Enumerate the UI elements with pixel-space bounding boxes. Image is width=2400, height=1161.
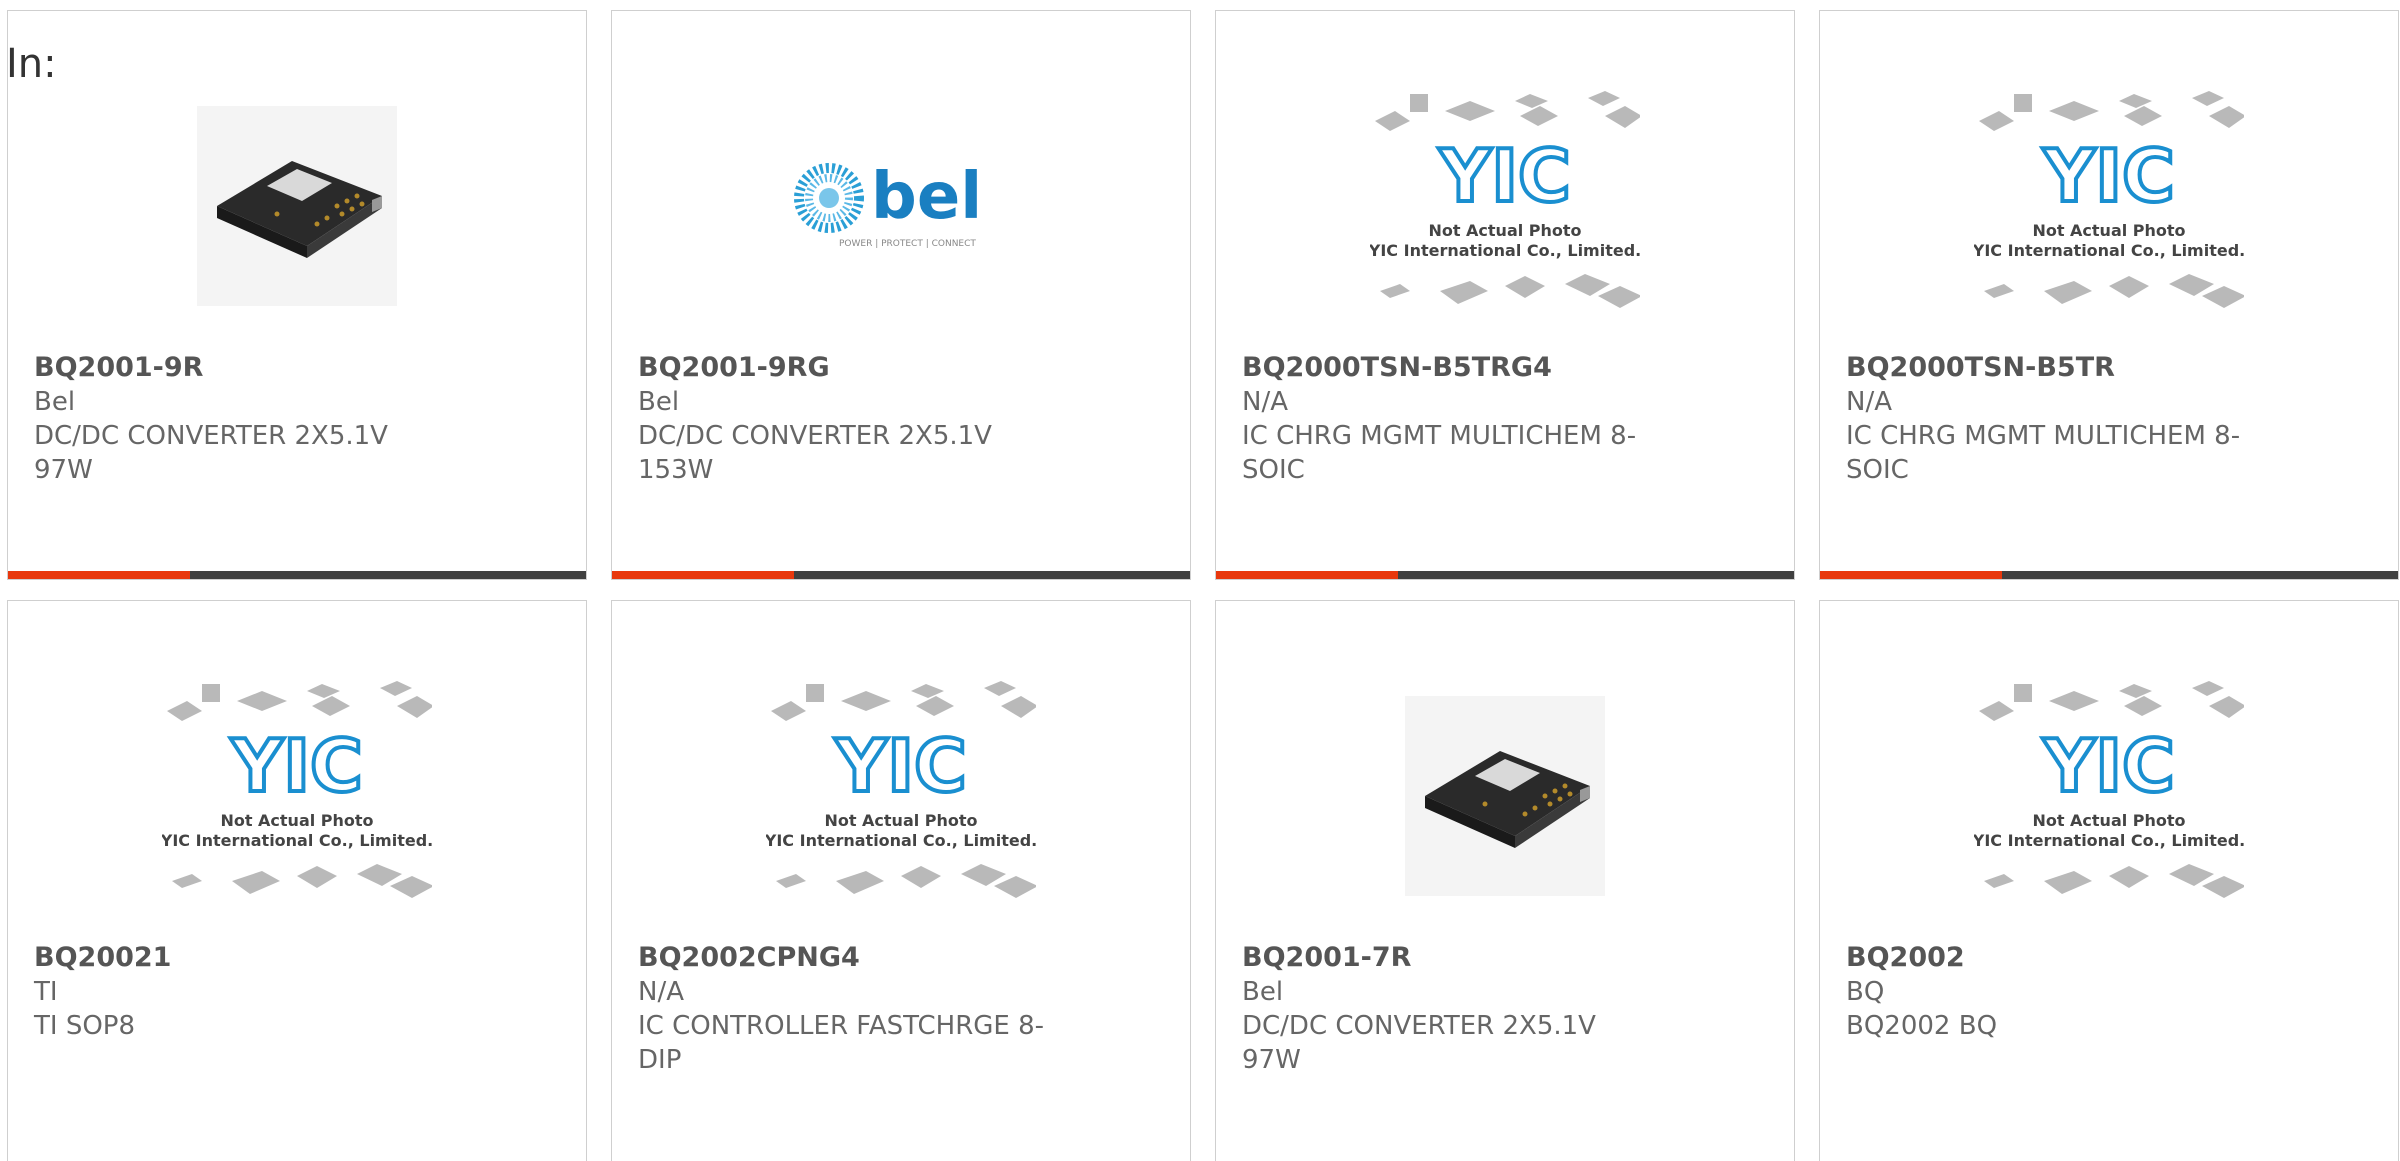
part-number[interactable]: BQ2002	[1846, 941, 2372, 975]
part-number[interactable]: BQ2001-9R	[34, 351, 560, 385]
in-label: In:	[6, 41, 57, 87]
card-bottom-bar	[1820, 571, 2398, 579]
svg-text:YIC International Co., Limited: YIC International Co., Limited.	[766, 831, 1036, 850]
svg-text:YIC: YIC	[2042, 134, 2175, 218]
part-number[interactable]: BQ20021	[34, 941, 560, 975]
product-info: BQ2001-9RG Bel DC/DC CONVERTER 2X5.1V 15…	[638, 351, 1164, 487]
product-card[interactable]: YIC Not Actual Photo YIC International C…	[1215, 10, 1795, 580]
product-card[interactable]: BQ2001-7R Bel DC/DC CONVERTER 2X5.1V 97W	[1215, 600, 1795, 1161]
product-image	[1216, 646, 1794, 946]
product-info: BQ2001-9R Bel DC/DC CONVERTER 2X5.1V 97W	[34, 351, 560, 487]
product-card[interactable]: bel POWER | PROTECT | CONNECT BQ2001-9RG…	[611, 10, 1191, 580]
svg-text:YIC International Co., Limited: YIC International Co., Limited.	[162, 831, 432, 850]
description: IC CHRG MGMT MULTICHEM 8-SOIC	[1846, 421, 2241, 485]
product-info: BQ2002CPNG4 N/A IC CONTROLLER FASTCHRGE …	[638, 941, 1164, 1077]
product-image: YIC Not Actual Photo YIC International C…	[8, 646, 586, 946]
card-accent-bar	[1216, 571, 1398, 579]
manufacturer: N/A	[638, 977, 684, 1007]
product-image	[8, 56, 586, 356]
bel-logo-icon: bel POWER | PROTECT | CONNECT	[794, 160, 982, 249]
product-image: YIC Not Actual Photo YIC International C…	[1820, 646, 2398, 946]
converter-photo-icon	[197, 106, 397, 306]
yic-placeholder-icon: YIC Not Actual Photo YIC International C…	[766, 681, 1036, 898]
product-info: BQ2000TSN-B5TR N/A IC CHRG MGMT MULTICHE…	[1846, 351, 2372, 487]
card-accent-bar	[8, 571, 190, 579]
yic-placeholder-icon: YIC Not Actual Photo YIC International C…	[1974, 91, 2244, 308]
product-info: BQ2002 BQ BQ2002 BQ	[1846, 941, 2372, 1043]
manufacturer: Bel	[1242, 977, 1284, 1007]
product-card[interactable]: YIC Not Actual Photo YIC International C…	[611, 600, 1191, 1161]
product-card[interactable]: YIC Not Actual Photo YIC International C…	[7, 600, 587, 1161]
product-card[interactable]: YIC Not Actual Photo YIC International C…	[1819, 10, 2399, 580]
svg-text:YIC International Co., Limited: YIC International Co., Limited.	[1370, 241, 1640, 260]
product-info: BQ20021 TI TI SOP8	[34, 941, 560, 1043]
svg-text:YIC: YIC	[1438, 134, 1571, 218]
part-number[interactable]: BQ2000TSN-B5TRG4	[1242, 351, 1768, 385]
svg-text:POWER | PROTECT | CONNECT: POWER | PROTECT | CONNECT	[839, 239, 976, 249]
svg-text:YIC: YIC	[230, 724, 363, 808]
svg-text:YIC International Co., Limited: YIC International Co., Limited.	[1974, 241, 2244, 260]
product-info: BQ2001-7R Bel DC/DC CONVERTER 2X5.1V 97W	[1242, 941, 1768, 1077]
card-accent-bar	[1820, 571, 2002, 579]
yic-placeholder-icon: YIC Not Actual Photo YIC International C…	[1974, 681, 2244, 898]
manufacturer: N/A	[1242, 387, 1288, 417]
svg-text:Not Actual Photo: Not Actual Photo	[220, 811, 373, 830]
manufacturer: Bel	[34, 387, 76, 417]
description: IC CONTROLLER FASTCHRGE 8-DIP	[638, 1011, 1045, 1075]
product-info: BQ2000TSN-B5TRG4 N/A IC CHRG MGMT MULTIC…	[1242, 351, 1768, 487]
svg-text:YIC: YIC	[2042, 724, 2175, 808]
part-number[interactable]: BQ2002CPNG4	[638, 941, 1164, 975]
product-image: YIC Not Actual Photo YIC International C…	[612, 646, 1190, 946]
svg-text:Not Actual Photo: Not Actual Photo	[2032, 811, 2185, 830]
product-image: YIC Not Actual Photo YIC International C…	[1820, 56, 2398, 356]
description: DC/DC CONVERTER 2X5.1V 153W	[638, 421, 992, 485]
product-image: YIC Not Actual Photo YIC International C…	[1216, 56, 1794, 356]
description: TI SOP8	[34, 1011, 136, 1041]
part-number[interactable]: BQ2000TSN-B5TR	[1846, 351, 2372, 385]
yic-placeholder-icon: YIC Not Actual Photo YIC International C…	[162, 681, 432, 898]
description: DC/DC CONVERTER 2X5.1V 97W	[1242, 1011, 1596, 1075]
svg-text:Not Actual Photo: Not Actual Photo	[2032, 221, 2185, 240]
product-grid-page: In: BQ2001-9R Bel DC/DC CONVERTER 2X5.1V	[0, 0, 2400, 1161]
part-number[interactable]: BQ2001-9RG	[638, 351, 1164, 385]
svg-text:bel: bel	[871, 160, 982, 234]
card-bottom-bar	[612, 571, 1190, 579]
card-bottom-bar	[8, 571, 586, 579]
converter-photo-icon	[1405, 696, 1605, 896]
svg-text:Not Actual Photo: Not Actual Photo	[1428, 221, 1581, 240]
yic-placeholder-icon: YIC Not Actual Photo YIC International C…	[1370, 91, 1640, 308]
product-card[interactable]: YIC Not Actual Photo YIC International C…	[1819, 600, 2399, 1161]
card-accent-bar	[612, 571, 794, 579]
manufacturer: N/A	[1846, 387, 1892, 417]
product-image: bel POWER | PROTECT | CONNECT	[612, 56, 1190, 356]
part-number[interactable]: BQ2001-7R	[1242, 941, 1768, 975]
svg-text:Not Actual Photo: Not Actual Photo	[824, 811, 977, 830]
description: BQ2002 BQ	[1846, 1011, 1998, 1041]
description: DC/DC CONVERTER 2X5.1V 97W	[34, 421, 388, 485]
manufacturer: TI	[34, 977, 58, 1007]
product-card[interactable]: BQ2001-9R Bel DC/DC CONVERTER 2X5.1V 97W	[7, 10, 587, 580]
card-bottom-bar	[1216, 571, 1794, 579]
manufacturer: Bel	[638, 387, 680, 417]
description: IC CHRG MGMT MULTICHEM 8-SOIC	[1242, 421, 1637, 485]
manufacturer: BQ	[1846, 977, 1885, 1007]
svg-text:YIC: YIC	[834, 724, 967, 808]
svg-text:YIC International Co., Limited: YIC International Co., Limited.	[1974, 831, 2244, 850]
